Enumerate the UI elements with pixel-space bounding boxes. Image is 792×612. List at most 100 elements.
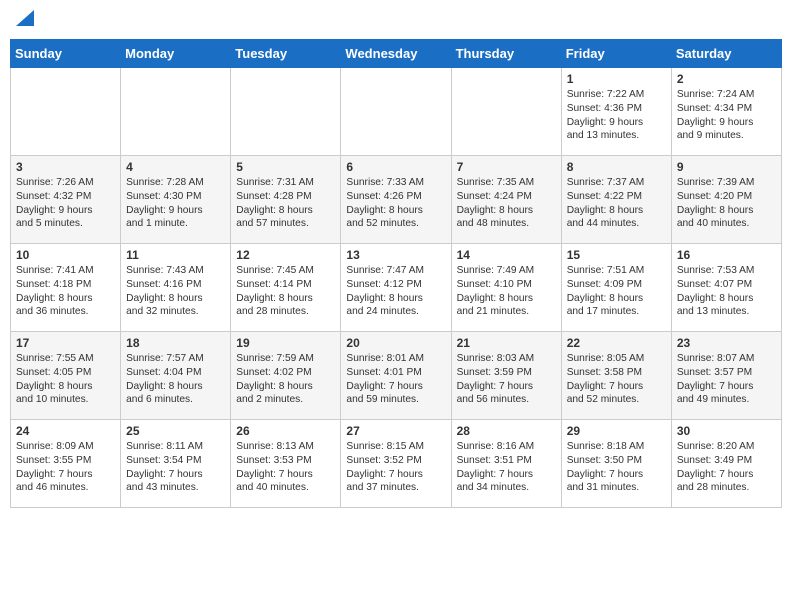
day-cell: 30Sunrise: 8:20 AM Sunset: 3:49 PM Dayli… — [671, 420, 781, 508]
day-cell: 22 Sunrise: 8:05 AM Sunset: 3:58 PM Dayli… — [561, 332, 671, 420]
week-row-1: 1 Sunrise: 7:22 AM Sunset: 4:36 PM Daylig… — [11, 68, 782, 156]
day-cell: 28 Sunrise: 8:16 AM Sunset: 3:51 PM Dayli… — [451, 420, 561, 508]
day-info: Sunrise: 8:13 AM Sunset: 3:53 PM Dayligh… — [236, 441, 314, 493]
day-cell: 24 Sunrise: 8:09 AM Sunset: 3:55 PM Dayli… — [11, 420, 121, 508]
day-number: 22 — [567, 336, 666, 350]
day-number: 8 — [567, 160, 666, 174]
day-number: 16 — [677, 248, 776, 262]
header-friday: Friday — [561, 40, 671, 68]
day-cell: 4 Sunrise: 7:28 AM Sunset: 4:30 PM Daylig… — [121, 156, 231, 244]
day-info: Sunrise: 7:26 AM Sunset: 4:32 PM Dayligh… — [16, 177, 94, 229]
day-cell: 15 Sunrise: 7:51 AM Sunset: 4:09 PM Dayli… — [561, 244, 671, 332]
day-cell: 11 Sunrise: 7:43 AM Sunset: 4:16 PM Dayli… — [121, 244, 231, 332]
day-cell — [231, 68, 341, 156]
day-info: Sunrise: 8:05 AM Sunset: 3:58 PM Dayligh… — [567, 353, 645, 405]
day-info: Sunrise: 7:41 AM Sunset: 4:18 PM Dayligh… — [16, 265, 94, 317]
day-cell: 2 Sunrise: 7:24 AM Sunset: 4:34 PM Daylig… — [671, 68, 781, 156]
page-header — [10, 10, 782, 31]
day-info: Sunrise: 7:37 AM Sunset: 4:22 PM Dayligh… — [567, 177, 645, 229]
day-number: 15 — [567, 248, 666, 262]
day-cell: 19 Sunrise: 7:59 AM Sunset: 4:02 PM Dayli… — [231, 332, 341, 420]
day-cell: 25Sunrise: 8:11 AM Sunset: 3:54 PM Dayli… — [121, 420, 231, 508]
day-cell: 29 Sunrise: 8:18 AM Sunset: 3:50 PM Dayli… — [561, 420, 671, 508]
day-cell: 21Sunrise: 8:03 AM Sunset: 3:59 PM Dayli… — [451, 332, 561, 420]
day-info: Sunrise: 7:33 AM Sunset: 4:26 PM Dayligh… — [346, 177, 424, 229]
day-info: Sunrise: 7:22 AM Sunset: 4:36 PM Dayligh… — [567, 89, 645, 141]
day-info: Sunrise: 7:35 AM Sunset: 4:24 PM Dayligh… — [457, 177, 535, 229]
day-info: Sunrise: 7:45 AM Sunset: 4:14 PM Dayligh… — [236, 265, 314, 317]
day-cell: 7 Sunrise: 7:35 AM Sunset: 4:24 PM Daylig… — [451, 156, 561, 244]
day-info: Sunrise: 7:24 AM Sunset: 4:34 PM Dayligh… — [677, 89, 755, 141]
day-number: 13 — [346, 248, 445, 262]
day-number: 30 — [677, 424, 776, 438]
day-number: 11 — [126, 248, 225, 262]
day-info: Sunrise: 7:31 AM Sunset: 4:28 PM Dayligh… — [236, 177, 314, 229]
day-cell: 9Sunrise: 7:39 AM Sunset: 4:20 PM Daylig… — [671, 156, 781, 244]
day-cell: 8 Sunrise: 7:37 AM Sunset: 4:22 PM Daylig… — [561, 156, 671, 244]
day-cell: 6 Sunrise: 7:33 AM Sunset: 4:26 PM Daylig… — [341, 156, 451, 244]
day-cell: 17Sunrise: 7:55 AM Sunset: 4:05 PM Dayli… — [11, 332, 121, 420]
header-tuesday: Tuesday — [231, 40, 341, 68]
day-number: 7 — [457, 160, 556, 174]
day-cell: 3 Sunrise: 7:26 AM Sunset: 4:32 PM Daylig… — [11, 156, 121, 244]
day-number: 27 — [346, 424, 445, 438]
day-number: 14 — [457, 248, 556, 262]
day-info: Sunrise: 7:28 AM Sunset: 4:30 PM Dayligh… — [126, 177, 204, 229]
day-info: Sunrise: 7:49 AM Sunset: 4:10 PM Dayligh… — [457, 265, 535, 317]
day-number: 26 — [236, 424, 335, 438]
logo — [14, 10, 34, 31]
day-number: 6 — [346, 160, 445, 174]
logo-triangle-icon — [16, 10, 34, 26]
day-number: 4 — [126, 160, 225, 174]
header-thursday: Thursday — [451, 40, 561, 68]
day-info: Sunrise: 7:39 AM Sunset: 4:20 PM Dayligh… — [677, 177, 755, 229]
day-info: Sunrise: 8:15 AM Sunset: 3:52 PM Dayligh… — [346, 441, 424, 493]
header-saturday: Saturday — [671, 40, 781, 68]
calendar-table: SundayMondayTuesdayWednesdayThursdayFrid… — [10, 39, 782, 508]
day-cell: 13 Sunrise: 7:47 AM Sunset: 4:12 PM Dayli… — [341, 244, 451, 332]
day-cell — [11, 68, 121, 156]
day-cell: 16Sunrise: 7:53 AM Sunset: 4:07 PM Dayli… — [671, 244, 781, 332]
day-cell: 18 Sunrise: 7:57 AM Sunset: 4:04 PM Dayli… — [121, 332, 231, 420]
header-row: SundayMondayTuesdayWednesdayThursdayFrid… — [11, 40, 782, 68]
day-number: 23 — [677, 336, 776, 350]
day-info: Sunrise: 8:03 AM Sunset: 3:59 PM Dayligh… — [457, 353, 535, 405]
day-info: Sunrise: 7:57 AM Sunset: 4:04 PM Dayligh… — [126, 353, 204, 405]
day-cell: 5 Sunrise: 7:31 AM Sunset: 4:28 PM Daylig… — [231, 156, 341, 244]
day-info: Sunrise: 8:09 AM Sunset: 3:55 PM Dayligh… — [16, 441, 94, 493]
day-cell — [451, 68, 561, 156]
day-cell — [341, 68, 451, 156]
day-cell: 10 Sunrise: 7:41 AM Sunset: 4:18 PM Dayli… — [11, 244, 121, 332]
week-row-5: 24 Sunrise: 8:09 AM Sunset: 3:55 PM Dayli… — [11, 420, 782, 508]
day-info: Sunrise: 7:51 AM Sunset: 4:09 PM Dayligh… — [567, 265, 645, 317]
week-row-4: 17Sunrise: 7:55 AM Sunset: 4:05 PM Dayli… — [11, 332, 782, 420]
day-cell: 1 Sunrise: 7:22 AM Sunset: 4:36 PM Daylig… — [561, 68, 671, 156]
week-row-2: 3 Sunrise: 7:26 AM Sunset: 4:32 PM Daylig… — [11, 156, 782, 244]
day-info: Sunrise: 7:59 AM Sunset: 4:02 PM Dayligh… — [236, 353, 314, 405]
day-info: Sunrise: 7:43 AM Sunset: 4:16 PM Dayligh… — [126, 265, 204, 317]
day-number: 3 — [16, 160, 115, 174]
day-info: Sunrise: 8:18 AM Sunset: 3:50 PM Dayligh… — [567, 441, 645, 493]
day-cell — [121, 68, 231, 156]
header-sunday: Sunday — [11, 40, 121, 68]
day-cell: 14 Sunrise: 7:49 AM Sunset: 4:10 PM Dayli… — [451, 244, 561, 332]
day-cell: 27 Sunrise: 8:15 AM Sunset: 3:52 PM Dayli… — [341, 420, 451, 508]
day-cell: 12Sunrise: 7:45 AM Sunset: 4:14 PM Dayli… — [231, 244, 341, 332]
day-number: 29 — [567, 424, 666, 438]
day-info: Sunrise: 8:07 AM Sunset: 3:57 PM Dayligh… — [677, 353, 755, 405]
day-number: 19 — [236, 336, 335, 350]
day-cell: 23 Sunrise: 8:07 AM Sunset: 3:57 PM Dayli… — [671, 332, 781, 420]
day-info: Sunrise: 7:47 AM Sunset: 4:12 PM Dayligh… — [346, 265, 424, 317]
day-info: Sunrise: 8:01 AM Sunset: 4:01 PM Dayligh… — [346, 353, 424, 405]
day-number: 24 — [16, 424, 115, 438]
day-number: 1 — [567, 72, 666, 86]
day-number: 28 — [457, 424, 556, 438]
day-info: Sunrise: 8:16 AM Sunset: 3:51 PM Dayligh… — [457, 441, 535, 493]
header-monday: Monday — [121, 40, 231, 68]
day-number: 10 — [16, 248, 115, 262]
day-cell: 26 Sunrise: 8:13 AM Sunset: 3:53 PM Dayli… — [231, 420, 341, 508]
day-number: 20 — [346, 336, 445, 350]
day-number: 2 — [677, 72, 776, 86]
day-number: 18 — [126, 336, 225, 350]
day-number: 5 — [236, 160, 335, 174]
